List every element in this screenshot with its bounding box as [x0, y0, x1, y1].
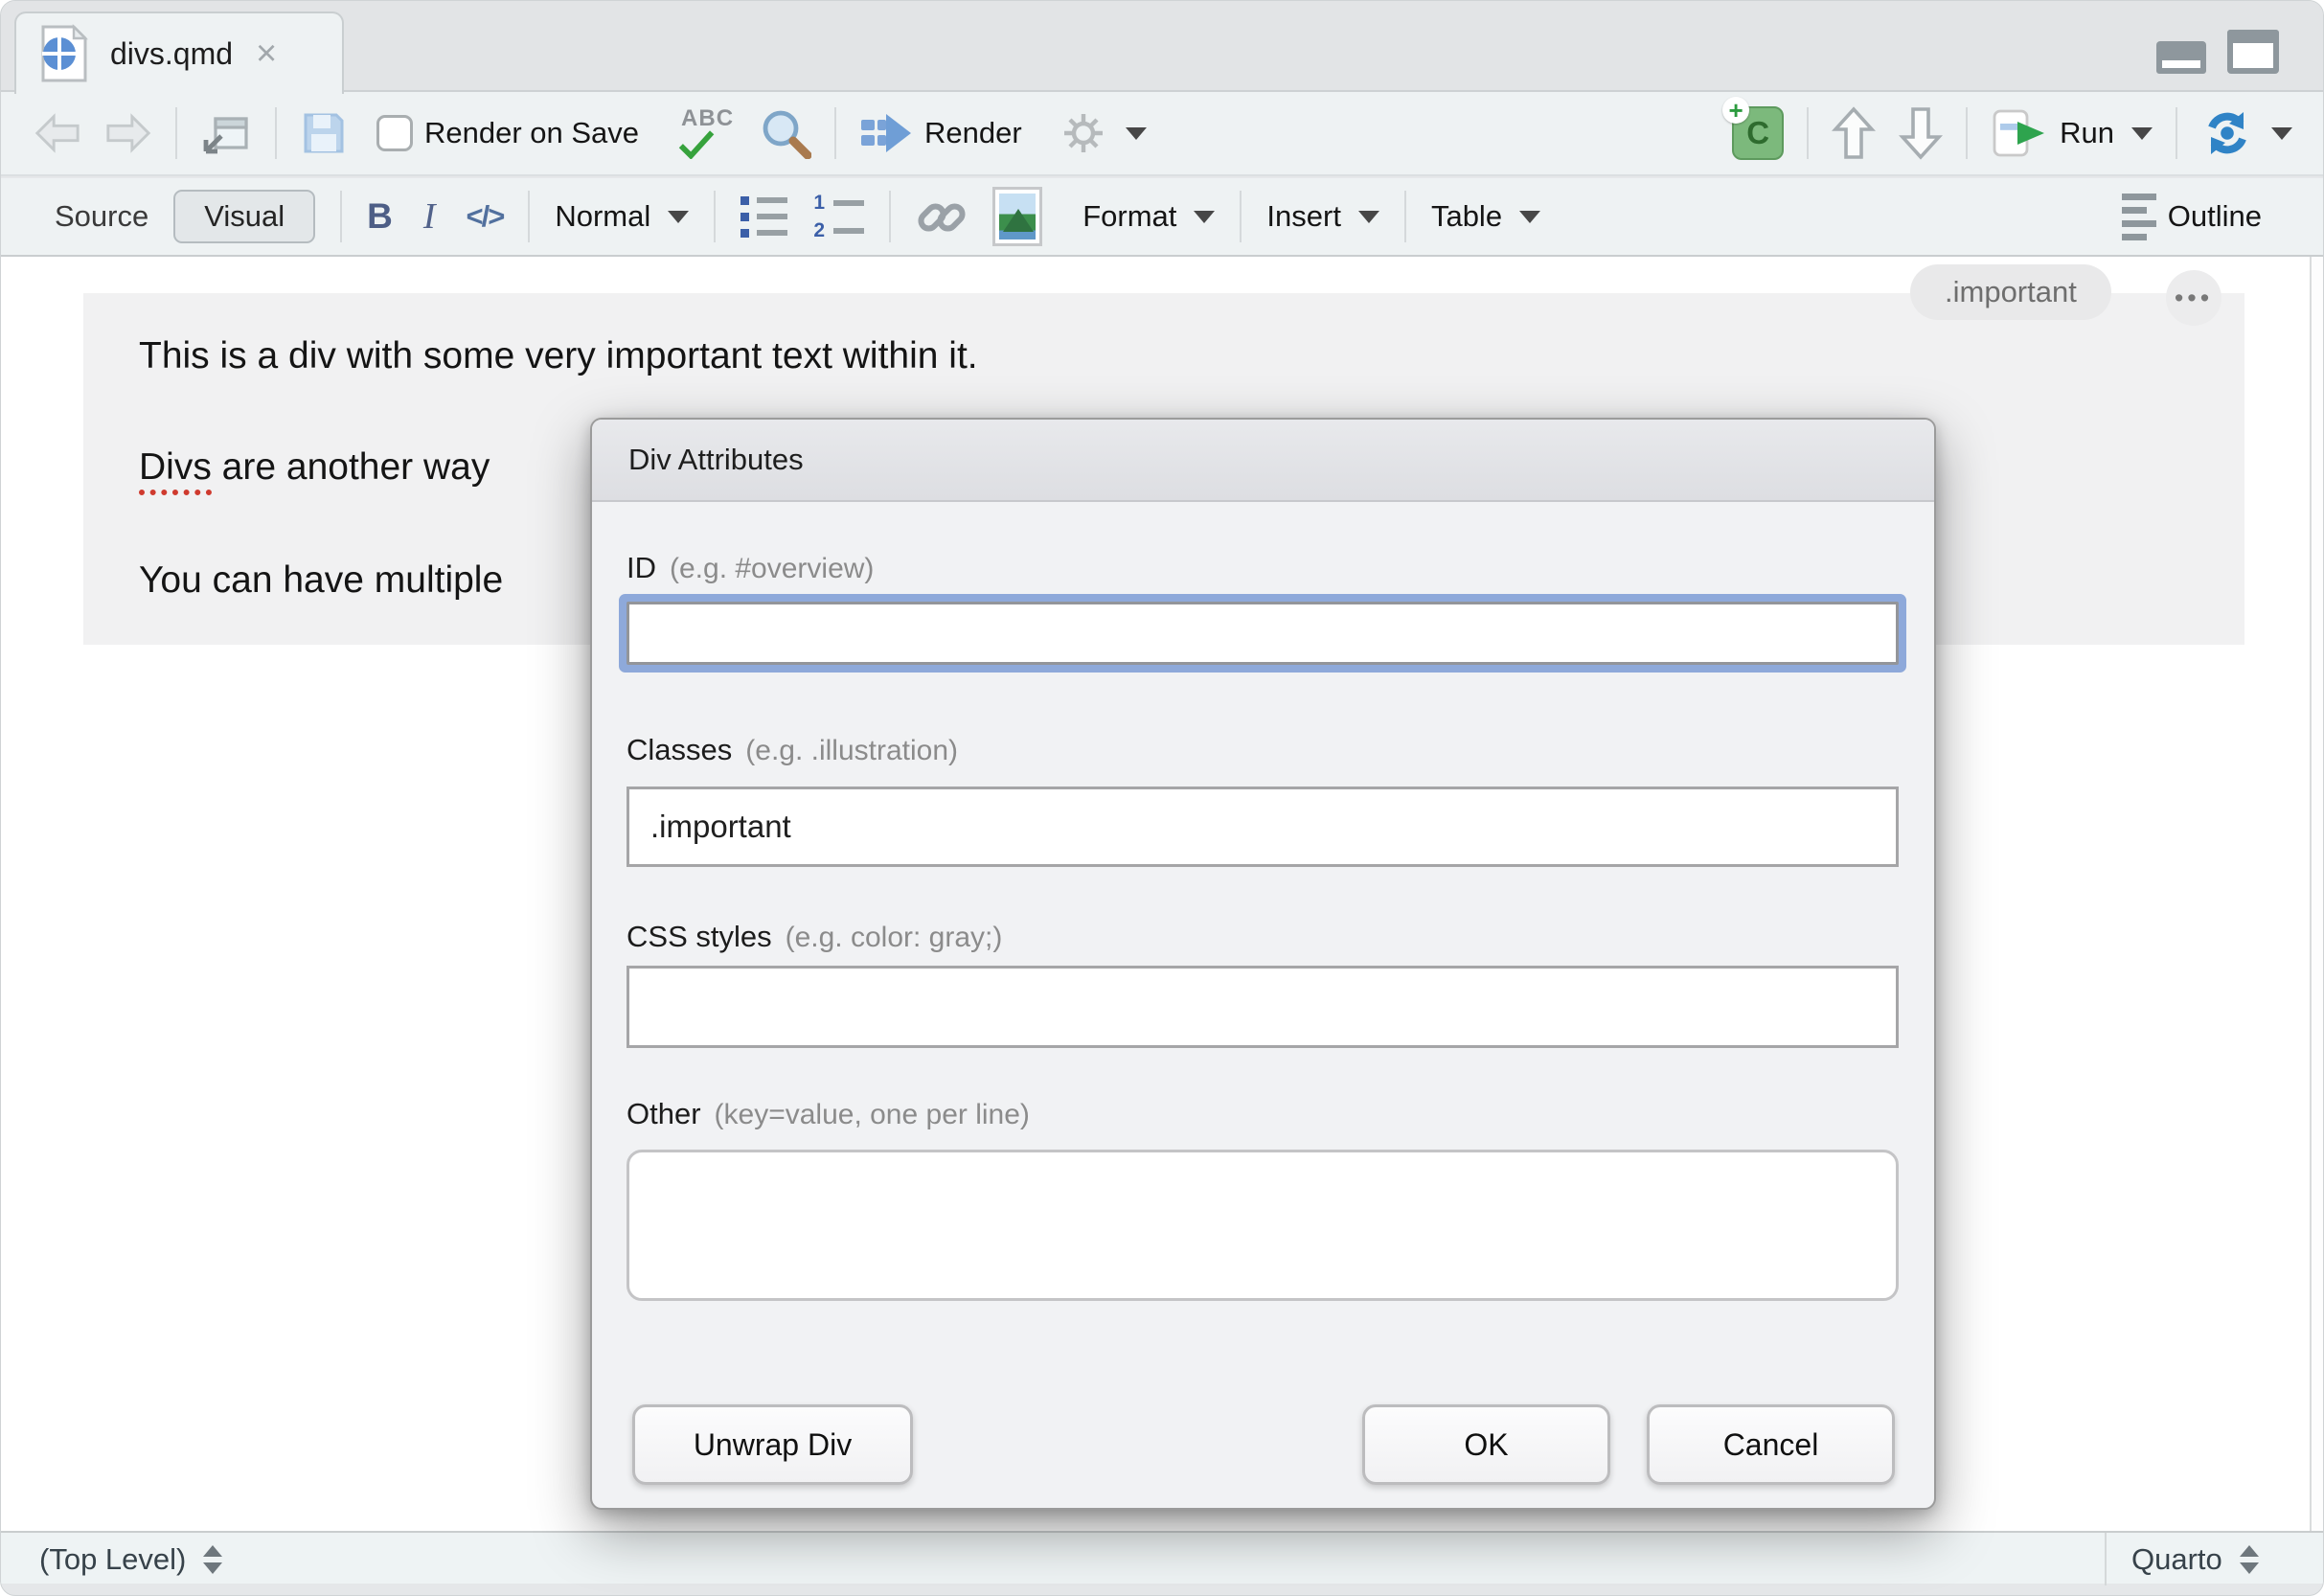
cancel-button[interactable]: Cancel	[1647, 1404, 1895, 1485]
source-mode-button[interactable]: Source	[55, 199, 148, 234]
ok-button[interactable]: OK	[1362, 1404, 1610, 1485]
id-input[interactable]	[627, 602, 1899, 665]
spellcheck-icon[interactable]: ABC	[675, 105, 737, 161]
up-down-arrows-icon	[2240, 1545, 2259, 1574]
search-icon[interactable]	[760, 107, 811, 159]
chevron-down-icon	[1519, 211, 1540, 223]
render-on-save-label: Render on Save	[424, 116, 639, 150]
css-styles-input[interactable]	[627, 966, 1899, 1048]
tab-title: divs.qmd	[110, 36, 233, 72]
table-menu[interactable]: Table	[1431, 199, 1540, 234]
css-styles-label: CSS styles(e.g. color: gray;)	[627, 920, 1002, 954]
render-button[interactable]: Render	[859, 110, 1022, 156]
paragraph[interactable]: Divs are another way	[139, 446, 490, 489]
id-label: ID(e.g. #overview)	[627, 551, 874, 585]
separator	[528, 191, 530, 242]
separator	[275, 107, 277, 159]
other-textarea[interactable]	[627, 1150, 1899, 1301]
link-icon[interactable]	[916, 191, 968, 242]
bold-button[interactable]: B	[367, 196, 393, 237]
outline-icon	[2122, 194, 2156, 240]
div-options-button[interactable]: •••	[2166, 270, 2221, 326]
classes-hint: (e.g. .illustration)	[745, 735, 958, 766]
rerun-button[interactable]	[2200, 108, 2292, 158]
open-in-new-window-icon[interactable]	[200, 109, 252, 157]
document-format-selector[interactable]: Quarto	[2112, 1533, 2324, 1585]
chevron-down-icon	[1358, 211, 1379, 223]
status-bar: (Top Level) Quarto	[1, 1531, 2324, 1584]
chevron-down-icon	[2131, 127, 2153, 140]
chevron-down-icon	[1194, 211, 1215, 223]
tab-bar: divs.qmd ×	[1, 1, 2324, 92]
visual-mode-button[interactable]: Visual	[173, 190, 315, 243]
separator	[714, 191, 716, 242]
misspelled-word[interactable]: Divs	[139, 446, 212, 495]
render-on-save-toggle[interactable]: Render on Save	[376, 115, 639, 151]
separator	[889, 191, 891, 242]
other-label: Other(key=value, one per line)	[627, 1097, 1030, 1131]
format-toolbar: Source Visual B I </> Normal 1 2	[1, 178, 2324, 257]
outline-level-selector[interactable]: (Top Level)	[11, 1533, 2107, 1585]
separator	[1966, 107, 1968, 159]
italic-button[interactable]: I	[418, 195, 442, 238]
separator	[2176, 107, 2177, 159]
css-styles-hint: (e.g. color: gray;)	[786, 922, 1003, 953]
run-icon	[1991, 107, 2048, 159]
back-icon[interactable]	[34, 112, 81, 154]
close-icon[interactable]: ×	[256, 35, 277, 72]
paragraph-style-dropdown[interactable]: Normal	[555, 199, 689, 234]
separator	[834, 107, 836, 159]
chevron-down-icon	[668, 211, 689, 223]
render-label: Render	[924, 116, 1022, 150]
render-options-button[interactable]	[1059, 108, 1147, 158]
go-previous-section-icon[interactable]	[1832, 105, 1876, 161]
other-hint: (key=value, one per line)	[715, 1099, 1030, 1130]
separator	[1404, 191, 1406, 242]
paragraph[interactable]: You can have multiple	[139, 559, 503, 602]
dialog-title: Div Attributes	[592, 420, 1934, 502]
bullet-list-button[interactable]	[740, 196, 787, 238]
scrollbar-gutter[interactable]	[2310, 257, 2324, 1531]
forward-icon[interactable]	[104, 112, 152, 154]
rerun-icon	[2200, 108, 2254, 158]
code-button[interactable]: </>	[467, 199, 504, 234]
document-format-label: Quarto	[2131, 1542, 2222, 1577]
save-icon[interactable]	[300, 109, 348, 157]
image-icon[interactable]	[992, 187, 1042, 246]
run-button[interactable]: Run	[1991, 107, 2153, 159]
paragraph[interactable]: This is a div with some very important t…	[139, 335, 978, 377]
separator	[1807, 107, 1809, 159]
rstudio-source-pane: divs.qmd × Render on Save	[0, 0, 2324, 1596]
go-next-section-icon[interactable]	[1899, 105, 1943, 161]
classes-input[interactable]	[627, 787, 1899, 867]
div-attributes-dialog: Div Attributes ID(e.g. #overview) Classe…	[590, 418, 1936, 1510]
render-on-save-checkbox[interactable]	[376, 115, 413, 151]
div-class-badge[interactable]: .important	[1910, 264, 2111, 320]
run-label: Run	[2060, 116, 2114, 150]
id-hint: (e.g. #overview)	[670, 553, 874, 584]
unwrap-div-button[interactable]: Unwrap Div	[632, 1404, 913, 1485]
separator	[175, 107, 177, 159]
separator	[1240, 191, 1242, 242]
up-down-arrows-icon	[203, 1545, 222, 1574]
classes-label: Classes(e.g. .illustration)	[627, 733, 958, 767]
minimize-pane-icon[interactable]	[2156, 41, 2206, 74]
tab-divs-qmd[interactable]: divs.qmd ×	[14, 11, 344, 94]
insert-chunk-button[interactable]: C +	[1732, 106, 1784, 160]
plus-badge-icon: +	[1722, 97, 1749, 124]
render-icon	[859, 110, 913, 156]
outline-toggle[interactable]: Outline	[2122, 194, 2262, 240]
outline-level-label: (Top Level)	[39, 1542, 186, 1577]
gear-icon	[1059, 108, 1108, 158]
separator	[340, 191, 342, 242]
insert-menu[interactable]: Insert	[1266, 199, 1379, 234]
numbered-list-button[interactable]: 1 2	[812, 193, 864, 240]
format-menu[interactable]: Format	[1082, 199, 1215, 234]
main-toolbar: Render on Save ABC Render	[1, 92, 2324, 176]
quarto-file-icon	[37, 23, 91, 84]
maximize-pane-icon[interactable]	[2227, 30, 2279, 74]
chevron-down-icon	[2271, 127, 2292, 140]
outline-label: Outline	[2168, 199, 2262, 234]
chevron-down-icon	[1126, 127, 1147, 140]
